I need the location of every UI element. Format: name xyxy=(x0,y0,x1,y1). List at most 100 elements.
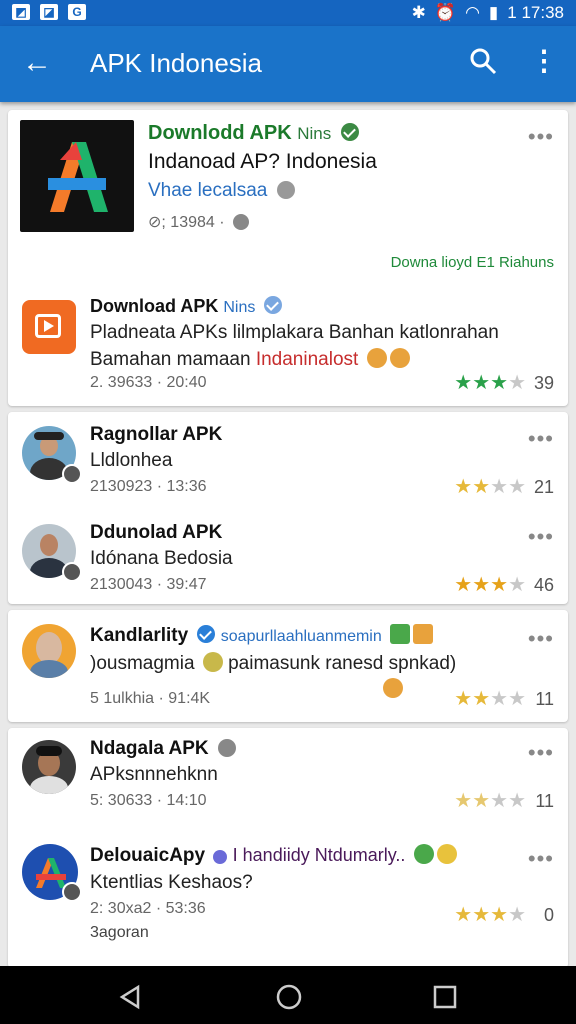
back-nav-icon[interactable] xyxy=(118,984,144,1010)
post-overflow-icon[interactable]: ••• xyxy=(528,742,554,764)
rating-stars: ★ ★ ★ ★ xyxy=(454,686,526,711)
post-title[interactable]: Ndagala APK xyxy=(90,738,236,760)
verified-icon xyxy=(197,625,216,643)
star-icon: ★ xyxy=(508,688,526,710)
emoji-icon xyxy=(389,348,410,368)
recents-nav-icon[interactable] xyxy=(432,984,458,1010)
star-icon: ★ xyxy=(508,790,526,812)
post-line-1: Lldlonhea xyxy=(90,450,173,471)
star-icon: ★ xyxy=(508,372,526,394)
featured-overflow-icon[interactable]: ••• xyxy=(528,126,554,148)
post-card[interactable]: Ndagala APK APksnnnehknn 5: 30633 · 14:1… xyxy=(8,728,568,968)
rating-stars: ★ ★ ★ ★ xyxy=(454,370,526,395)
post-card[interactable]: Kandlarlity soapurllaahluanmemin )ousmag… xyxy=(8,610,568,722)
post-title[interactable]: DelouaicApy I handiidy Ntdumarly.. xyxy=(90,844,457,867)
post-overflow-icon[interactable]: ••• xyxy=(528,428,554,450)
post-line-2-accent: Indaninalost xyxy=(255,349,359,370)
emoji-icon xyxy=(202,652,223,672)
post-meta: 2130923 · 13:36 xyxy=(90,478,207,495)
featured-author-name: Vhae lecalsaa xyxy=(148,180,268,201)
post-title[interactable]: Ddunolad APK xyxy=(90,522,222,544)
rating-stars: ★ ★ ★ ★ xyxy=(454,902,526,927)
battery-icon: ▮ xyxy=(488,3,499,22)
search-icon[interactable] xyxy=(468,46,498,76)
avatar-badge-icon xyxy=(62,464,82,484)
featured-subtitle: Indanoad AP? Indonesia xyxy=(148,150,377,173)
star-icon: ★ xyxy=(454,904,473,926)
post-title-text: DelouaicApy xyxy=(90,845,206,866)
avatar xyxy=(22,624,76,678)
star-icon: ★ xyxy=(490,372,509,394)
post-line-3: 3agoran xyxy=(90,924,149,941)
image-notification-icon: ◪ xyxy=(40,4,58,20)
post-meta: 5: 30633 · 14:10 xyxy=(90,792,207,809)
post-meta: 2. 39633 · 20:40 xyxy=(90,374,207,391)
rating-stars: ★ ★ ★ ★ xyxy=(454,572,526,597)
post-title-text: Download APK xyxy=(90,296,219,316)
home-nav-icon[interactable] xyxy=(275,983,303,1011)
post-title-text: Ddunolad APK xyxy=(90,522,223,543)
star-icon: ★ xyxy=(490,904,509,926)
featured-title-suffix: Nins xyxy=(297,124,332,143)
more-options-icon[interactable]: ⋮ xyxy=(530,46,558,76)
post-title-suffix: soapurllaahluanmemin xyxy=(220,628,382,645)
page-title: APK Indonesia xyxy=(90,48,263,78)
post-title[interactable]: Kandlarlity soapurllaahluanmemin xyxy=(90,624,434,647)
star-icon: ★ xyxy=(472,688,491,710)
star-icon: ★ xyxy=(472,790,491,812)
featured-card[interactable]: Downlodd APK Nins Indanoad AP? Indonesia… xyxy=(8,110,568,406)
star-icon: ★ xyxy=(490,790,509,812)
featured-author: Vhae lecalsaa xyxy=(148,180,295,202)
emoji-icon xyxy=(366,348,387,368)
star-icon: ★ xyxy=(454,574,473,596)
alarm-icon: ⏰ xyxy=(434,3,457,22)
bluetooth-icon: ✱ xyxy=(411,3,426,22)
rating-count: 21 xyxy=(533,477,554,497)
featured-link[interactable]: Downa lioyd E1 Riahuns xyxy=(391,254,554,271)
rating-stars: ★ ★ ★ ★ xyxy=(454,788,526,813)
post-line-1b-text: paimasunk ranesd spnkad) xyxy=(228,653,457,674)
star-icon: ★ xyxy=(490,476,509,498)
star-icon: ★ xyxy=(508,574,526,596)
post-overflow-icon[interactable]: ••• xyxy=(528,848,554,870)
post-overflow-icon[interactable]: ••• xyxy=(528,628,554,650)
post-meta: 2: 30xa2 · 53:36 xyxy=(90,900,206,917)
featured-title[interactable]: Downlodd APK Nins xyxy=(148,122,359,145)
back-arrow-icon[interactable]: ← xyxy=(22,46,52,80)
rating-count: 0 xyxy=(543,905,554,925)
google-notification-icon: G xyxy=(68,4,86,20)
post-avatar-video xyxy=(22,300,76,354)
featured-app-icon xyxy=(20,120,134,232)
avatar-badge-icon xyxy=(62,562,82,582)
star-icon: ★ xyxy=(472,574,491,596)
notification-icon: ◩ xyxy=(12,4,30,20)
clock-icon xyxy=(233,214,250,230)
emoji-icon xyxy=(390,624,411,644)
status-bar: ◩ ◪ G ✱ ⏰ ◠ ▮ 1 17:38 xyxy=(0,0,576,26)
avatar xyxy=(22,740,76,794)
star-icon: ★ xyxy=(508,476,526,498)
star-icon: ★ xyxy=(508,904,526,926)
post-title-text: Ragnollar APK xyxy=(90,424,223,445)
post-line-2: Bamahan mamaan Indaninalost xyxy=(90,348,410,371)
post-title[interactable]: Ragnollar APK xyxy=(90,424,222,446)
star-icon: ★ xyxy=(490,574,509,596)
post-line-2-text: Bamahan mamaan xyxy=(90,349,251,370)
verified-icon xyxy=(340,123,359,141)
post-line-1: APksnnnehknn xyxy=(90,764,218,785)
star-icon: ★ xyxy=(472,372,491,394)
post-line-1-text: )ousmagmia xyxy=(90,653,195,674)
post-meta: 5 1ulkhia · 91:4K xyxy=(90,690,211,707)
post-title[interactable]: Download APK Nins xyxy=(90,296,283,317)
star-icon: ★ xyxy=(490,688,509,710)
post-overflow-icon[interactable]: ••• xyxy=(528,526,554,548)
post-title-suffix: I handiidy Ntdumarly.. xyxy=(232,845,406,865)
rating-count: 39 xyxy=(533,373,554,393)
wifi-icon: ◠ xyxy=(465,3,480,22)
rating-count: 46 xyxy=(533,575,554,595)
emoji-icon xyxy=(413,624,434,644)
star-icon: ★ xyxy=(454,372,473,394)
post-title-text: Kandlarlity xyxy=(90,625,189,646)
app-bar: ← APK Indonesia ⋮ xyxy=(0,26,576,102)
post-card[interactable]: Ragnollar APK Lldlonhea 2130923 · 13:36 … xyxy=(8,412,568,604)
